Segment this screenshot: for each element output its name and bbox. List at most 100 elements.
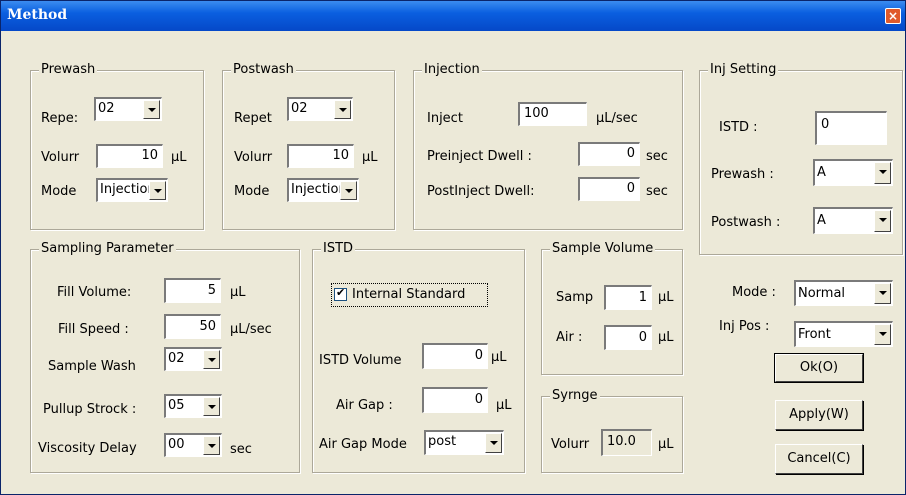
chevron-down-icon[interactable] xyxy=(874,162,891,184)
close-button[interactable]: × xyxy=(885,8,901,24)
samp-unit: µL xyxy=(658,290,674,305)
syringe-legend: Syrnge xyxy=(550,388,600,404)
chevron-down-icon[interactable] xyxy=(149,181,166,200)
chevron-down-icon[interactable] xyxy=(340,181,357,200)
preinject-dwell-input[interactable]: 0 xyxy=(578,142,640,166)
inject-label: Inject xyxy=(427,111,463,126)
viscosity-delay-value: 00 xyxy=(168,437,185,452)
prewash-repeat-value: 02 xyxy=(98,101,115,116)
air-label: Air : xyxy=(556,330,583,345)
syringe-volume-label: Volurr xyxy=(551,437,590,452)
air-gap-input[interactable]: 0 xyxy=(422,387,488,413)
inject-unit: µL/sec xyxy=(596,111,638,126)
cancel-button[interactable]: Cancel(C) xyxy=(775,444,863,474)
pullup-strock-value: 05 xyxy=(168,398,185,413)
postwash-repeat-value: 02 xyxy=(291,101,308,116)
prewash-mode-value: Injectior xyxy=(100,182,150,197)
air-gap-mode-value: post xyxy=(428,434,457,449)
prewash-volume-input[interactable]: 10 xyxy=(96,144,163,168)
samp-input[interactable]: 1 xyxy=(604,285,652,310)
ok-button[interactable]: Ok(O) xyxy=(774,353,864,383)
apply-button[interactable]: Apply(W) xyxy=(775,400,863,430)
air-gap-mode-select[interactable]: post xyxy=(424,430,504,455)
injection-legend: Injection xyxy=(422,62,482,78)
chevron-down-icon[interactable] xyxy=(485,433,502,453)
air-gap-mode-label: Air Gap Mode xyxy=(319,437,407,452)
inj-postwash-label: Postwash : xyxy=(711,215,781,230)
chevron-down-icon[interactable] xyxy=(143,100,160,119)
postwash-repeat-label: Repet xyxy=(234,111,272,126)
inj-pos-select[interactable]: Front xyxy=(794,321,893,347)
prewash-legend: Prewash xyxy=(39,62,98,78)
postwash-volume-input[interactable]: 10 xyxy=(287,144,354,168)
air-input[interactable]: 0 xyxy=(604,325,652,350)
viscosity-delay-label: Viscosity Delay xyxy=(38,441,137,456)
fill-volume-input[interactable]: 5 xyxy=(164,278,221,303)
istd-volume-label: ISTD Volume xyxy=(319,353,402,368)
mode-select[interactable]: Normal xyxy=(794,280,893,306)
postwash-repeat-select[interactable]: 02 xyxy=(287,97,353,121)
prewash-volume-unit: µL xyxy=(171,150,187,165)
postinject-dwell-label: PostInject Dwell: xyxy=(427,184,535,199)
istd-setting-input[interactable]: 0 xyxy=(815,111,887,145)
postwash-volume-unit: µL xyxy=(362,150,378,165)
postinject-dwell-unit: sec xyxy=(646,184,668,199)
title-bar[interactable]: Method × xyxy=(1,1,905,31)
chevron-down-icon[interactable] xyxy=(874,324,891,345)
prewash-repeat-select[interactable]: 02 xyxy=(94,97,162,121)
inj-prewash-select[interactable]: A xyxy=(813,159,893,186)
istd-volume-unit: µL xyxy=(491,350,507,365)
chevron-down-icon[interactable] xyxy=(203,397,220,416)
syringe-volume-input: 10.0 xyxy=(601,429,652,456)
samp-label: Samp xyxy=(556,290,594,305)
postwash-legend: Postwash xyxy=(231,62,296,78)
mode-label: Mode : xyxy=(732,285,776,300)
chevron-down-icon[interactable] xyxy=(334,100,351,119)
pullup-strock-label: Pullup Strock : xyxy=(43,402,137,417)
inj-setting-legend: Inj Setting xyxy=(708,62,779,78)
air-unit: µL xyxy=(658,330,674,345)
viscosity-delay-unit: sec xyxy=(230,442,252,457)
air-gap-unit: µL xyxy=(496,398,512,413)
inj-postwash-value: A xyxy=(817,213,826,228)
fill-volume-label: Fill Volume: xyxy=(57,285,132,300)
sample-volume-group: Sample Volume xyxy=(541,241,683,375)
preinject-dwell-label: Preinject Dwell : xyxy=(427,149,532,164)
sample-wash-select[interactable]: 02 xyxy=(164,347,222,371)
method-dialog: Method × Prewash Repe: 02 Volurr 10 µL M… xyxy=(0,0,906,495)
postwash-mode-value: Injectior xyxy=(291,182,341,197)
istd-setting-label: ISTD : xyxy=(719,120,758,135)
postinject-dwell-input[interactable]: 0 xyxy=(578,177,640,201)
prewash-repeat-label: Repe: xyxy=(41,111,79,126)
chevron-down-icon[interactable] xyxy=(203,350,220,369)
check-icon[interactable] xyxy=(334,286,347,301)
fill-speed-label: Fill Speed : xyxy=(58,322,129,337)
air-gap-label: Air Gap : xyxy=(336,398,393,413)
sampling-legend: Sampling Parameter xyxy=(39,241,176,257)
prewash-mode-label: Mode xyxy=(41,184,77,199)
inject-rate-input[interactable]: 100 xyxy=(518,102,587,126)
inj-prewash-label: Prewash : xyxy=(711,167,774,182)
sample-wash-label: Sample Wash xyxy=(48,359,136,374)
fill-speed-input[interactable]: 50 xyxy=(164,314,221,339)
istd-legend: ISTD xyxy=(321,241,356,257)
syringe-volume-unit: µL xyxy=(658,437,674,452)
postwash-volume-label: Volurr xyxy=(234,150,273,165)
mode-value: Normal xyxy=(798,286,846,301)
chevron-down-icon[interactable] xyxy=(874,210,891,232)
internal-standard-checkbox[interactable]: Internal Standard xyxy=(331,283,488,307)
chevron-down-icon[interactable] xyxy=(203,436,220,455)
sample-volume-legend: Sample Volume xyxy=(550,241,656,257)
postwash-mode-select[interactable]: Injectior xyxy=(287,178,359,202)
chevron-down-icon[interactable] xyxy=(874,283,891,304)
prewash-mode-select[interactable]: Injectior xyxy=(96,178,168,202)
viscosity-delay-select[interactable]: 00 xyxy=(164,433,222,457)
inj-postwash-select[interactable]: A xyxy=(813,207,893,234)
preinject-dwell-unit: sec xyxy=(646,149,668,164)
internal-standard-label: Internal Standard xyxy=(352,287,466,302)
inj-pos-value: Front xyxy=(798,327,831,342)
inj-prewash-value: A xyxy=(817,165,826,180)
istd-volume-input[interactable]: 0 xyxy=(422,343,488,369)
pullup-strock-select[interactable]: 05 xyxy=(164,394,222,418)
fill-volume-unit: µL xyxy=(230,285,246,300)
